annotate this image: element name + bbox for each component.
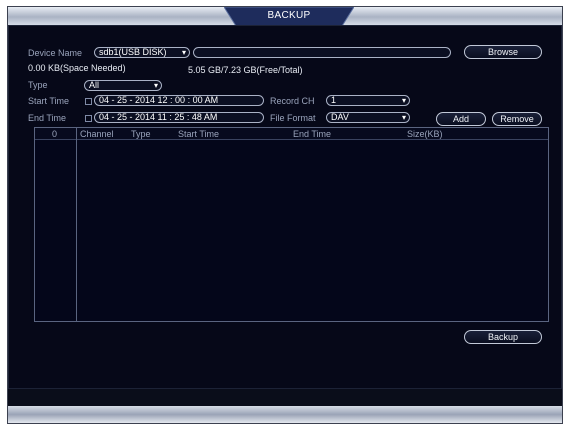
chevron-down-icon: ▾	[153, 81, 158, 90]
add-button[interactable]: Add	[436, 112, 486, 126]
file-format-value: DAV	[331, 112, 349, 122]
type-value: All	[89, 80, 100, 90]
chevron-down-icon: ▾	[401, 113, 406, 122]
end-time-label: End Time	[28, 113, 67, 123]
calendar-icon[interactable]	[85, 115, 92, 122]
backup-file-table: 0 Channel Type Start Time End Time Size(…	[34, 127, 549, 322]
end-time-field[interactable]: 04 - 25 - 2014 11 : 25 : 48 AM	[94, 112, 264, 123]
window-title: BACKUP	[267, 10, 311, 21]
file-format-select[interactable]: DAV ▾	[326, 112, 410, 123]
calendar-icon[interactable]	[85, 98, 92, 105]
file-format-label: File Format	[270, 113, 316, 123]
record-ch-label: Record CH	[270, 96, 315, 106]
title-bar: BACKUP	[8, 7, 562, 27]
device-name-select[interactable]: sdb1(USB DISK) ▾	[94, 47, 190, 58]
col-size: Size(KB)	[407, 129, 443, 139]
col-channel: Channel	[80, 129, 114, 139]
col-end-time: End Time	[293, 129, 332, 139]
type-label: Type	[28, 80, 48, 90]
remove-button[interactable]: Remove	[492, 112, 542, 126]
index-column	[35, 128, 77, 321]
type-select[interactable]: All ▾	[84, 80, 162, 91]
device-name-value: sdb1(USB DISK)	[99, 47, 167, 57]
browse-button[interactable]: Browse	[464, 45, 542, 59]
free-total-text: 5.05 GB/7.23 GB(Free/Total)	[188, 65, 303, 75]
backup-path-field[interactable]	[193, 47, 451, 58]
backup-window: BACKUP Device Name sdb1(USB DISK) ▾ Brow…	[7, 6, 563, 424]
table-header: 0 Channel Type Start Time End Time Size(…	[35, 128, 548, 140]
device-name-label: Device Name	[28, 48, 83, 58]
record-ch-value: 1	[331, 95, 337, 105]
col-type: Type	[131, 129, 151, 139]
backup-button[interactable]: Backup	[464, 330, 542, 344]
chevron-down-icon: ▾	[181, 48, 186, 57]
bottom-bar	[8, 406, 562, 423]
title-tab: BACKUP	[224, 7, 354, 27]
start-time-field[interactable]: 04 - 25 - 2014 12 : 00 : 00 AM	[94, 95, 264, 106]
backup-panel: Device Name sdb1(USB DISK) ▾ Browse 0.00…	[8, 25, 562, 389]
record-ch-select[interactable]: 1 ▾	[326, 95, 410, 106]
start-time-label: Start Time	[28, 96, 70, 106]
col-start-time: Start Time	[178, 129, 220, 139]
space-needed-text: 0.00 KB(Space Needed)	[28, 63, 126, 73]
chevron-down-icon: ▾	[401, 96, 406, 105]
